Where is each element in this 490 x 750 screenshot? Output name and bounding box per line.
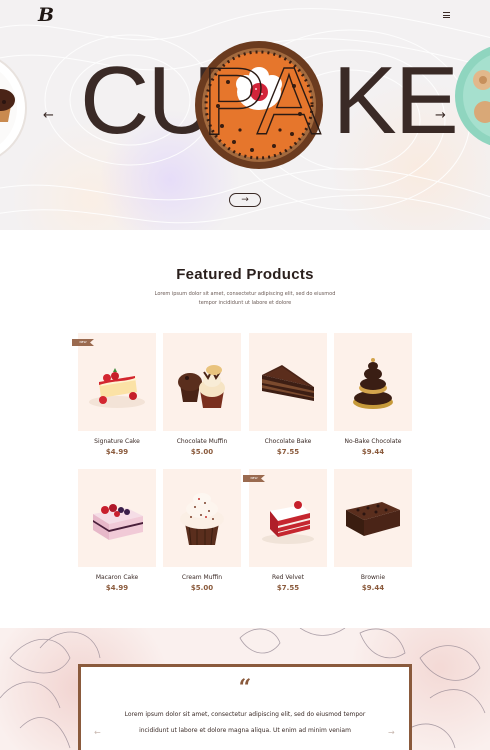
cream-muffin-icon [180,493,224,546]
featured-subtitle: Lorem ipsum dolor sit amet, consectetur … [154,291,336,306]
chocolate-cupcake-plate-image [0,59,27,157]
product-card[interactable]: Macaron Cake $4.99 [78,469,156,592]
product-price: $9.44 [361,584,385,592]
product-name[interactable]: No-Bake Chocolate [334,438,412,445]
product-price: $4.99 [105,584,129,592]
hero-headline-overlay-text: PA [202,48,321,155]
product-image-chocolate-cake-slice[interactable] [249,333,327,431]
quote-icon: “ [238,675,252,701]
chocolate-stack-icon [353,358,393,409]
testimonial-text: Lorem ipsum dolor sit amet, consectetur … [124,711,366,734]
hamburger-menu-icon[interactable] [443,12,450,18]
brand-logo[interactable]: B [38,4,54,26]
product-price: $7.55 [276,448,300,456]
testimonial-section: “ Lorem ipsum dolor sit amet, consectetu… [0,628,490,750]
product-name[interactable]: Chocolate Bake [249,438,327,445]
product-name[interactable]: Macaron Cake [78,574,156,581]
testimonial-next-arrow-icon[interactable]: → [388,728,395,737]
strawberry-cheesecake-icon [89,368,145,408]
product-image-berry-cake[interactable] [78,469,156,567]
product-name[interactable]: Red Velvet [249,574,327,581]
product-image-red-velvet-slice[interactable]: NEW [243,469,327,567]
product-card[interactable]: Cream Muffin $5.00 [163,469,241,592]
product-image-strawberry-cheesecake[interactable]: NEW [72,333,156,431]
brownie-icon [346,502,400,536]
product-card[interactable]: Chocolate Muffin $5.00 [163,333,241,456]
chocolate-cake-slice-icon [262,365,314,401]
product-card[interactable]: Brownie $9.44 [334,469,412,592]
product-card[interactable]: NEW Signature Cake $4.99 [72,333,156,456]
product-card[interactable]: No-Bake Chocolate $9.44 [334,333,412,456]
arrow-right-icon: → [241,195,249,205]
product-image-cream-muffin[interactable] [163,469,241,567]
berry-cake-icon [93,504,143,540]
product-name[interactable]: Cream Muffin [163,574,241,581]
chocolate-muffin-icon [178,365,225,408]
product-tag: NEW [72,339,94,346]
product-price: $5.00 [190,584,214,592]
product-price: $4.99 [105,448,129,456]
red-velvet-slice-icon [262,501,314,544]
product-image-chocolate-muffin[interactable] [163,333,241,431]
hero-next-arrow-icon[interactable]: → [435,108,446,123]
product-image-brownie[interactable] [334,469,412,567]
product-card[interactable]: Chocolate Bake $7.55 [249,333,327,456]
hero-prev-arrow-icon[interactable]: ← [43,108,54,123]
testimonial-card: “ Lorem ipsum dolor sit amet, consectetu… [78,664,412,750]
product-price: $5.00 [190,448,214,456]
testimonial-prev-arrow-icon[interactable]: ← [94,728,101,737]
product-card[interactable]: NEW Red Velvet $7.55 [243,469,327,592]
product-name[interactable]: Brownie [334,574,412,581]
product-price: $7.55 [276,584,300,592]
hero-cta-button[interactable]: → [229,193,261,207]
hero-headline-overlay: PA [201,47,323,155]
product-name[interactable]: Chocolate Muffin [163,438,241,445]
hero-banner: B CU KE PA ← → → [0,0,490,230]
product-tag: NEW [243,475,265,482]
product-price: $9.44 [361,448,385,456]
product-image-chocolate-stack[interactable] [334,333,412,431]
product-name[interactable]: Signature Cake [78,438,156,445]
cookies-plate-image [455,46,490,146]
featured-title: Featured Products [176,266,314,283]
